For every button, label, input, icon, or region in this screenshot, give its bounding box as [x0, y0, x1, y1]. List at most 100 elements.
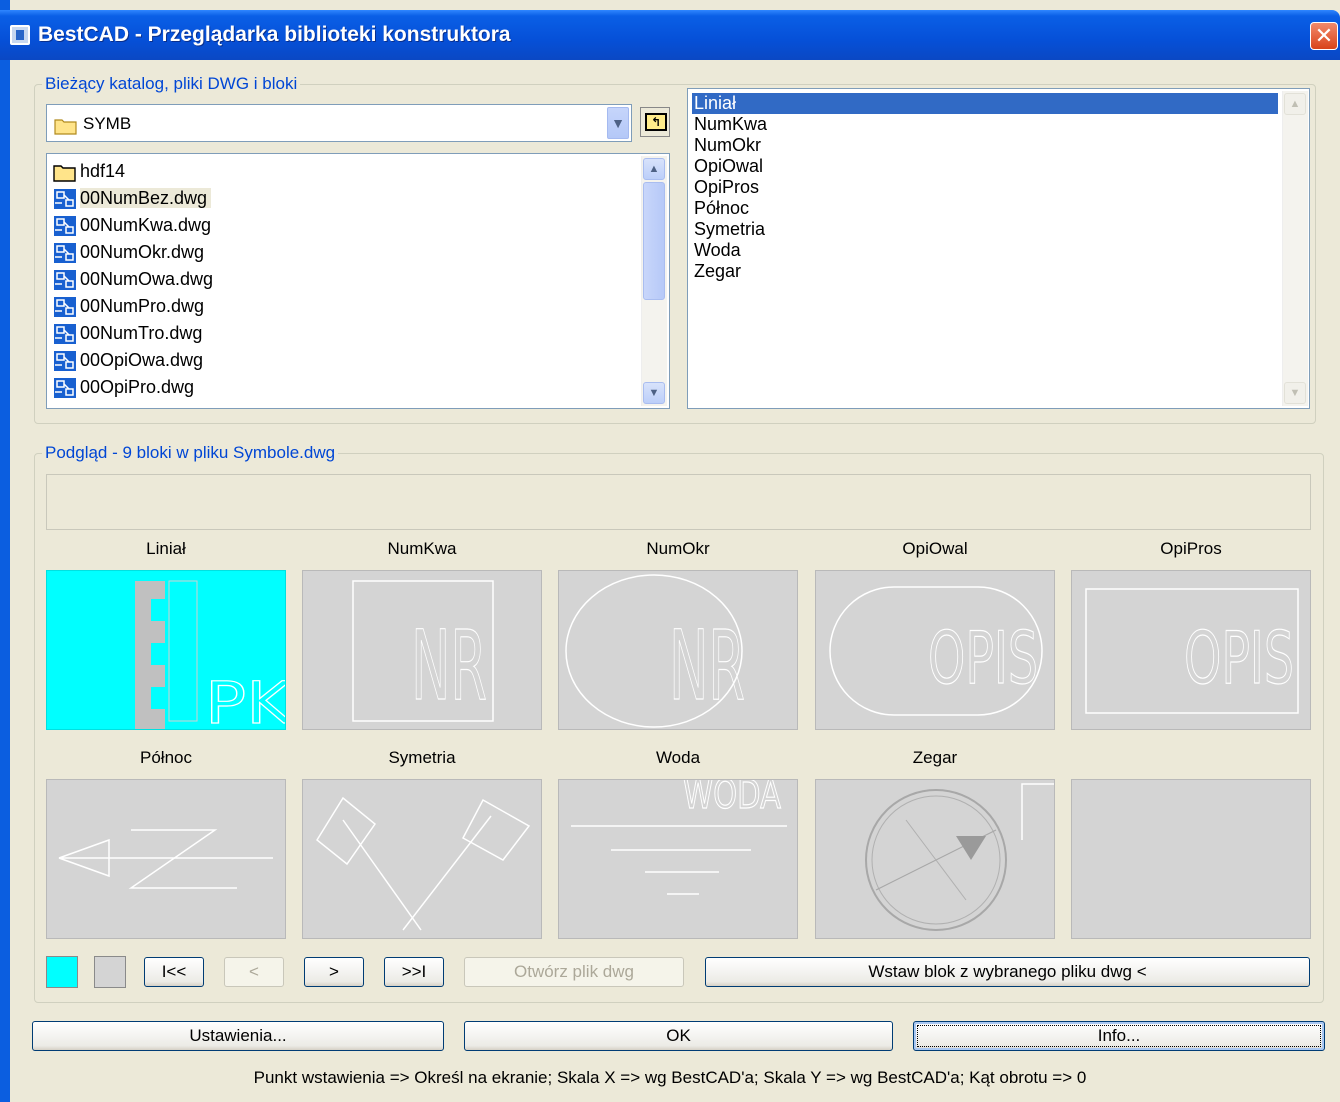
- dwg-file-icon: [54, 378, 76, 399]
- thumbnail-label: Liniał: [146, 539, 186, 558]
- open-dwg-button[interactable]: Otwórz plik dwg: [464, 957, 684, 987]
- dwg-file-icon: [54, 216, 76, 237]
- chevron-down-icon[interactable]: ▼: [607, 107, 629, 139]
- block-thumbnail[interactable]: NR: [558, 570, 798, 730]
- block-thumbnail[interactable]: OPIS: [815, 570, 1055, 730]
- close-button[interactable]: ✕: [1310, 22, 1338, 50]
- file-name: 00OpiPro.dwg: [80, 377, 195, 397]
- block-drawing: [316, 796, 531, 931]
- block-thumbnail[interactable]: [46, 779, 286, 939]
- preview-info-bar: [46, 474, 1311, 530]
- dwg-file-icon: [54, 189, 76, 210]
- block-list-item[interactable]: OpiPros: [692, 177, 759, 198]
- prev-page-button[interactable]: <: [224, 957, 284, 987]
- scroll-thumb[interactable]: [643, 182, 665, 300]
- dwg-file-icon: [54, 270, 76, 291]
- block-thumbnail[interactable]: OPIS: [1071, 570, 1311, 730]
- block-thumbnail[interactable]: [1071, 779, 1311, 939]
- block-list-item[interactable]: Liniał: [692, 93, 1278, 114]
- block-list-scrollbar[interactable]: ▲ ▼: [1282, 91, 1308, 406]
- scroll-down-icon[interactable]: ▼: [1284, 382, 1306, 404]
- folder-up-button[interactable]: ↰: [640, 107, 670, 137]
- file-list-item[interactable]: 00NumKwa.dwg: [53, 212, 211, 238]
- file-name: 00OpiOwa.dwg: [80, 350, 204, 370]
- block-list-item[interactable]: Zegar: [692, 261, 741, 282]
- folder-up-icon: ↰: [645, 113, 667, 131]
- info-button[interactable]: Info...: [913, 1021, 1325, 1051]
- block-thumbnail[interactable]: [302, 779, 542, 939]
- thumbnail-text: PK: [205, 669, 286, 730]
- dwg-file-icon: [54, 243, 76, 264]
- scroll-up-icon[interactable]: ▲: [643, 158, 665, 180]
- file-name: 00NumBez.dwg: [80, 188, 212, 208]
- block-thumbnail[interactable]: [815, 779, 1055, 939]
- block-drawing: NR: [352, 580, 494, 723]
- title-bar[interactable]: BestCAD - Przeglądarka biblioteki konstr…: [0, 10, 1340, 60]
- block-drawing: NR: [565, 574, 746, 728]
- thumbnail-text: WODA: [683, 780, 781, 818]
- block-thumbnail[interactable]: WODA: [558, 779, 798, 939]
- thumbnail-text: OPIS: [1184, 616, 1294, 700]
- thumbnail-label: OpiPros: [1160, 539, 1222, 558]
- file-list-item[interactable]: 00OpiOwa.dwg: [53, 347, 203, 373]
- file-name: 00NumPro.dwg: [80, 296, 205, 316]
- file-list[interactable]: hdf14 00NumBez.dwg 00NumKwa.dwg 00NumOkr.dw…: [46, 153, 670, 409]
- block-list-item[interactable]: NumOkr: [692, 135, 761, 156]
- file-list-item[interactable]: 00NumBez.dwg: [53, 185, 212, 211]
- thumbnail-text: OPIS: [928, 616, 1038, 700]
- block-drawing: WODA: [571, 780, 787, 895]
- block-list[interactable]: Liniał NumKwa NumOkr OpiOwal OpiPros Północ Sy…: [687, 88, 1310, 409]
- inactive-color-swatch[interactable]: [94, 956, 126, 988]
- scroll-down-icon[interactable]: ▼: [643, 382, 665, 404]
- close-icon: ✕: [1314, 23, 1334, 48]
- preview-group-label: Podgląd - 9 bloki w pliku Symbole.dwg: [42, 443, 339, 463]
- insert-block-button[interactable]: Wstaw blok z wybranego pliku dwg <: [705, 957, 1310, 987]
- block-list-item[interactable]: Woda: [692, 240, 741, 261]
- catalog-group-label: Bieżący katalog, pliki DWG i bloki: [42, 74, 301, 94]
- block-drawing: OPIS: [1085, 588, 1299, 714]
- block-drawing: [865, 783, 1054, 931]
- block-list-item[interactable]: Symetria: [692, 219, 765, 240]
- scroll-up-icon[interactable]: ▲: [1284, 93, 1306, 115]
- settings-button[interactable]: Ustawienia...: [32, 1021, 444, 1051]
- file-list-item[interactable]: 00NumOwa.dwg: [53, 266, 213, 292]
- dwg-file-icon: [54, 297, 76, 318]
- thumbnail-label: Symetria: [388, 748, 456, 767]
- dwg-file-icon: [54, 324, 76, 345]
- last-page-button[interactable]: >>I: [384, 957, 444, 987]
- file-name: hdf14: [80, 161, 126, 181]
- thumbnail-label: Północ: [140, 748, 192, 767]
- block-drawing: OPIS: [829, 586, 1043, 716]
- next-page-button[interactable]: >: [304, 957, 364, 987]
- window-title: BestCAD - Przeglądarka biblioteki konstr…: [38, 23, 511, 46]
- ok-button[interactable]: OK: [464, 1021, 893, 1051]
- file-list-item[interactable]: 00NumTro.dwg: [53, 320, 202, 346]
- block-list-item[interactable]: Północ: [692, 198, 749, 219]
- thumbnail-label: OpiOwal: [902, 539, 968, 558]
- block-list-item[interactable]: OpiOwal: [692, 156, 763, 177]
- file-list-item[interactable]: 00NumPro.dwg: [53, 293, 204, 319]
- block-thumbnail[interactable]: NR: [302, 570, 542, 730]
- block-drawing: PK: [135, 580, 286, 730]
- thumbnail-label: NumKwa: [387, 539, 457, 558]
- folder-combo[interactable]: SYMB ▼: [46, 104, 632, 142]
- thumbnail-label: NumOkr: [646, 539, 710, 558]
- file-name: 00NumTro.dwg: [80, 323, 203, 343]
- block-thumbnail[interactable]: PK: [46, 570, 286, 730]
- status-text: Punkt wstawienia => Określ na ekranie; S…: [253, 1068, 1087, 1087]
- file-name: 00NumKwa.dwg: [80, 215, 212, 235]
- file-name: 00NumOwa.dwg: [80, 269, 214, 289]
- block-list-item[interactable]: NumKwa: [692, 114, 767, 135]
- active-color-swatch[interactable]: [46, 956, 78, 988]
- file-list-item[interactable]: 00NumOkr.dwg: [53, 239, 204, 265]
- folder-icon: [54, 119, 77, 135]
- thumbnail-label: Woda: [655, 748, 701, 767]
- file-list-item[interactable]: 00OpiPro.dwg: [53, 374, 194, 400]
- thumbnail-text: NR: [669, 610, 745, 722]
- block-drawing: [1072, 780, 1311, 939]
- first-page-button[interactable]: I<<: [144, 957, 204, 987]
- file-name: 00NumOkr.dwg: [80, 242, 205, 262]
- file-list-item[interactable]: hdf14: [53, 158, 125, 184]
- dwg-file-icon: [54, 351, 76, 372]
- file-list-scrollbar[interactable]: ▲ ▼: [641, 156, 667, 406]
